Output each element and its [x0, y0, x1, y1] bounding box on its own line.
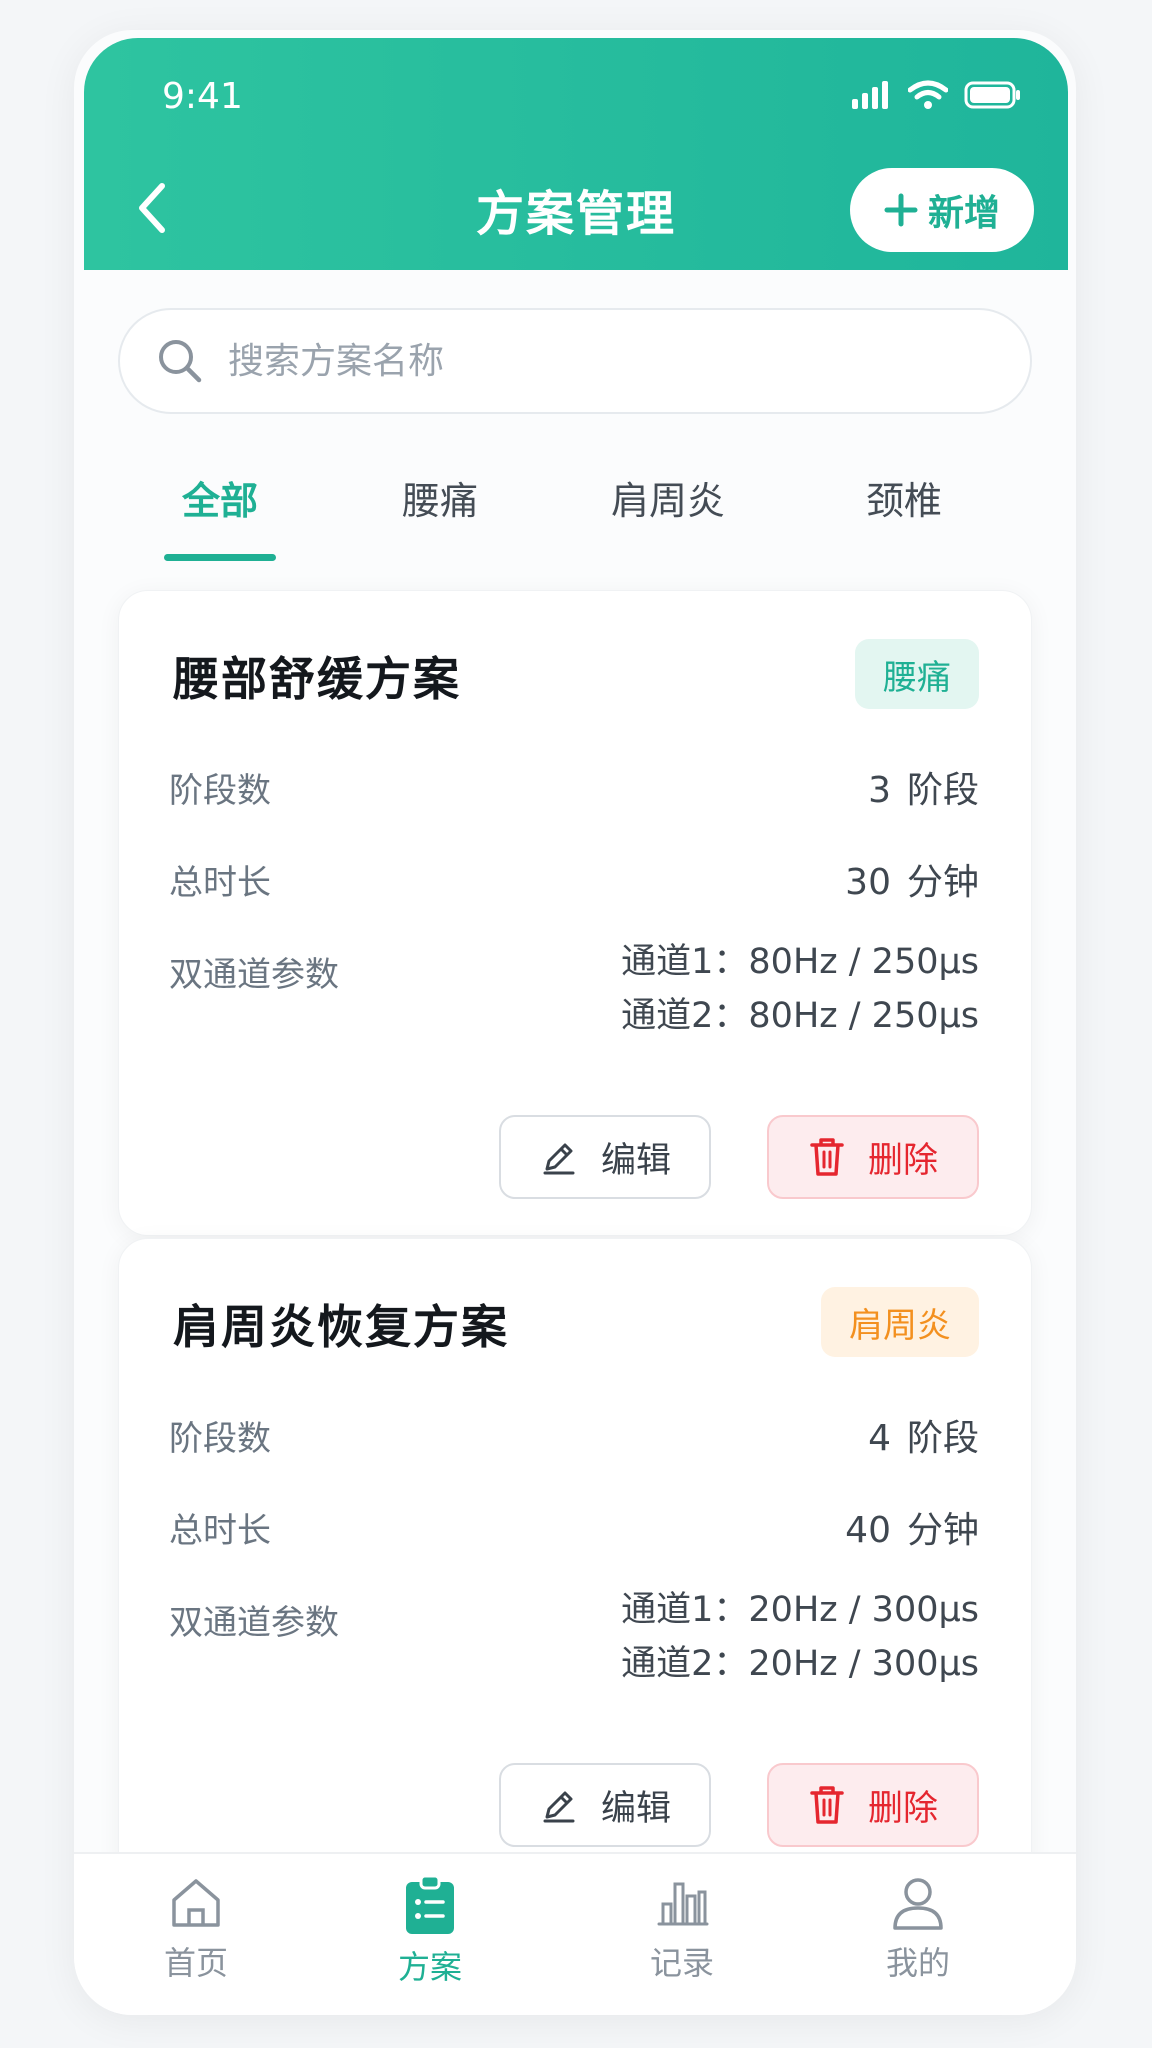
tabbar-label: 记录	[649, 1944, 714, 1982]
duration-unit: 分钟	[906, 862, 979, 903]
plan-card[interactable]: 腰部舒缓方案 腰痛 阶段数 3 阶段 总时长 30 分钟 双通道参数 通道1：80H…	[118, 590, 1032, 1236]
header: 9:41 方案管理 新增	[84, 38, 1068, 270]
home-icon	[172, 1879, 220, 1927]
channel-2-params: 通道2：20Hz / 300μs	[621, 1644, 979, 1684]
edit-button[interactable]: 编辑	[499, 1763, 711, 1847]
channel-1-params: 通道1：80Hz / 250μs	[621, 942, 979, 982]
clipboard-icon	[406, 1874, 454, 1934]
trash-icon	[810, 1786, 844, 1824]
tab-active-indicator	[164, 554, 276, 561]
stages-label: 阶段数	[169, 1419, 271, 1459]
tab-lumbago[interactable]: 腰痛	[360, 470, 520, 525]
wifi-icon	[908, 80, 948, 109]
stages-unit: 阶段	[906, 1418, 979, 1459]
stages-value: 3 阶段	[868, 761, 979, 813]
tab-frozen-shoulder[interactable]: 肩周炎	[588, 470, 748, 525]
tab-cervical[interactable]: 颈椎	[824, 470, 984, 525]
duration-value: 40 分钟	[845, 1501, 979, 1553]
plan-tag-badge: 肩周炎	[821, 1287, 979, 1357]
tabbar-label: 方案	[397, 1948, 462, 1986]
duration-number: 40	[845, 1510, 891, 1551]
delete-button-label: 删除	[867, 1788, 938, 1829]
trash-icon	[810, 1138, 844, 1176]
plan-card[interactable]: 肩周炎恢复方案 肩周炎 阶段数 4 阶段 总时长 40 分钟 双通道参数 通道1：2…	[118, 1238, 1032, 1884]
stages-value: 4 阶段	[868, 1409, 979, 1461]
tabbar-item-plans[interactable]: 方案	[350, 1874, 510, 1988]
plus-icon	[884, 193, 918, 227]
tabbar-item-home[interactable]: 首页	[116, 1874, 276, 1984]
channel-2-params: 通道2：80Hz / 250μs	[621, 996, 979, 1036]
pencil-icon	[543, 1791, 575, 1823]
params-value: 通道1：80Hz / 250μs 通道2：80Hz / 250μs	[621, 935, 979, 1043]
battery-icon	[964, 81, 1020, 109]
search-bar[interactable]	[118, 308, 1032, 414]
search-input[interactable]	[228, 340, 988, 382]
stages-number: 3	[868, 770, 891, 811]
delete-button[interactable]: 删除	[767, 1763, 979, 1847]
duration-number: 30	[845, 862, 891, 903]
status-icons	[852, 80, 1022, 110]
params-value: 通道1：20Hz / 300μs 通道2：20Hz / 300μs	[621, 1583, 979, 1691]
params-label: 双通道参数	[169, 955, 339, 995]
duration-value: 30 分钟	[845, 853, 979, 905]
pencil-icon	[543, 1143, 575, 1175]
add-plan-button[interactable]: 新增	[850, 168, 1034, 252]
stages-unit: 阶段	[906, 770, 979, 811]
plan-title: 肩周炎恢复方案	[173, 1300, 509, 1354]
delete-button[interactable]: 删除	[767, 1115, 979, 1199]
tabbar-item-records[interactable]: 记录	[602, 1874, 762, 1984]
search-icon	[159, 340, 202, 383]
signal-icon	[852, 81, 888, 109]
user-icon	[893, 1878, 943, 1930]
plan-tag-badge: 腰痛	[855, 639, 979, 709]
status-time: 9:41	[162, 76, 243, 117]
tab-all[interactable]: 全部	[140, 470, 300, 525]
bottom-tab-bar: 首页 方案 记录 我的	[74, 1852, 1076, 2015]
tabbar-item-profile[interactable]: 我的	[838, 1874, 998, 1984]
channel-1-params: 通道1：20Hz / 300μs	[621, 1590, 979, 1630]
edit-button[interactable]: 编辑	[499, 1115, 711, 1199]
tabbar-label: 首页	[163, 1944, 228, 1982]
tabbar-label: 我的	[885, 1944, 950, 1982]
params-label: 双通道参数	[169, 1603, 339, 1643]
bar-chart-icon	[657, 1882, 709, 1926]
stages-label: 阶段数	[169, 771, 271, 811]
duration-label: 总时长	[169, 863, 271, 903]
plan-title: 腰部舒缓方案	[173, 652, 461, 706]
delete-button-label: 删除	[867, 1140, 938, 1181]
stages-number: 4	[868, 1418, 891, 1459]
edit-button-label: 编辑	[600, 1140, 671, 1181]
phone-screen: 9:41 方案管理 新增 搜索方案名称 全部 腰痛 肩周炎 颈椎 腰部舒缓方案 …	[74, 30, 1076, 2015]
category-tabs: 全部 腰痛 肩周炎 颈椎	[74, 470, 1076, 590]
add-button-label: 新增	[927, 193, 1000, 234]
edit-button-label: 编辑	[600, 1788, 671, 1829]
duration-label: 总时长	[169, 1511, 271, 1551]
duration-unit: 分钟	[906, 1510, 979, 1551]
